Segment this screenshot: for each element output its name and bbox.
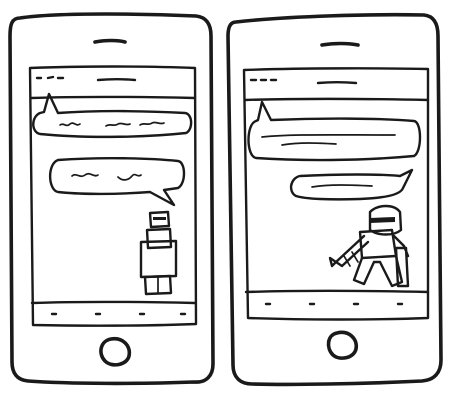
bottom-nav-divider — [246, 291, 428, 292]
phone-left — [10, 14, 213, 383]
chat-bubble-outgoing — [50, 158, 184, 205]
bottom-nav-divider — [32, 302, 195, 303]
wireframe-sketch — [0, 0, 450, 400]
title-line — [318, 82, 356, 83]
person-figure-standing — [141, 212, 176, 294]
bottom-nav — [32, 302, 195, 314]
message-scribble — [72, 174, 98, 177]
message-scribble — [118, 175, 141, 180]
title-line — [98, 79, 135, 80]
chat-bubble-incoming — [33, 94, 191, 137]
bottom-nav — [246, 291, 428, 304]
person-figure-in-motion — [330, 206, 408, 286]
message-scribble — [106, 123, 130, 126]
chat-bubble-outgoing — [291, 170, 412, 199]
figure-eyes — [370, 217, 395, 223]
status-bar-divider — [31, 97, 195, 98]
figure-legs — [354, 256, 402, 286]
speaker-slot — [95, 41, 125, 43]
figure-hand — [330, 258, 336, 266]
home-button — [328, 332, 356, 358]
message-scribble — [60, 123, 80, 125]
status-bar — [31, 77, 195, 98]
figure-arm-raised — [336, 236, 368, 266]
message-scribble — [140, 122, 164, 125]
message-scribble — [262, 135, 395, 137]
home-button — [101, 339, 129, 365]
message-scribble — [312, 185, 372, 187]
speaker-slot — [322, 44, 358, 46]
figure-eyes — [153, 217, 166, 220]
chat-bubble-incoming — [249, 102, 421, 160]
phone-right — [228, 15, 441, 385]
message-scribble — [282, 143, 336, 145]
figure-torso — [147, 229, 171, 248]
status-bar-divider — [245, 99, 428, 100]
status-bar — [245, 80, 428, 100]
status-dot — [48, 77, 53, 78]
phone-left-body — [10, 14, 213, 383]
